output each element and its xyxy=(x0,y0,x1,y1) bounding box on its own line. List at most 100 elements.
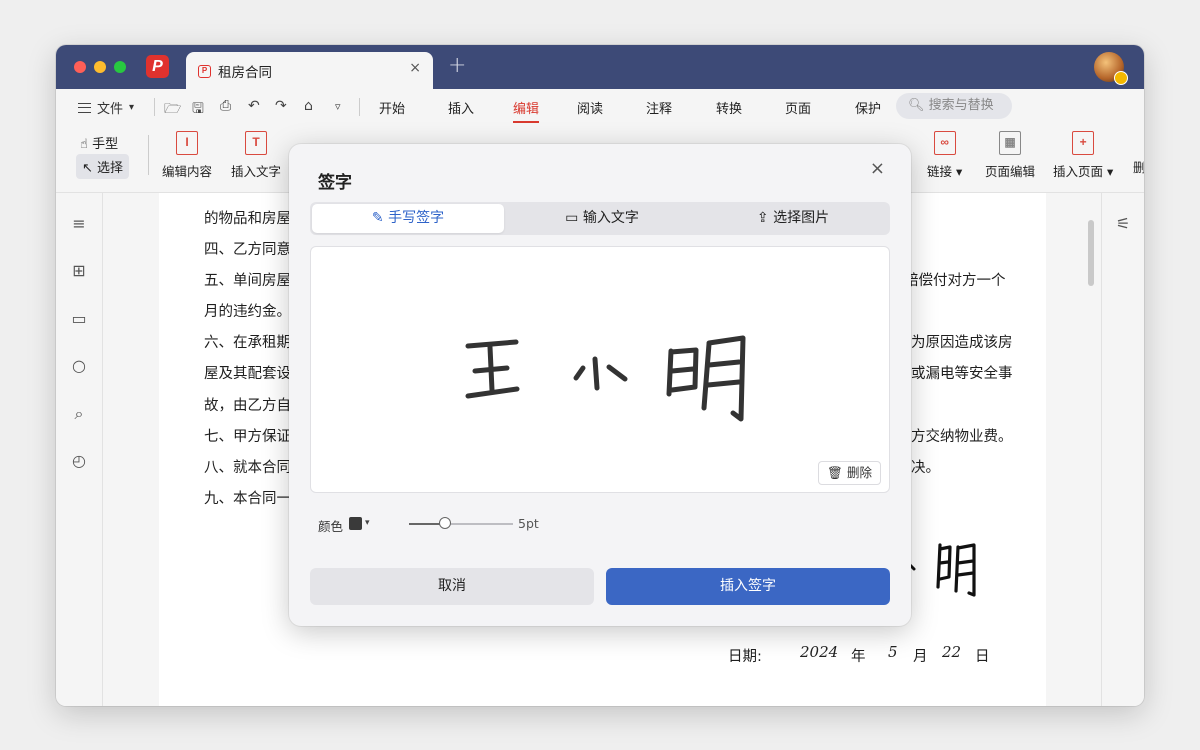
select-tool-label: 选择 xyxy=(97,161,124,176)
redo-icon[interactable]: ↷ xyxy=(275,98,287,114)
properties-sliders-icon[interactable]: ⚟ xyxy=(1114,215,1132,233)
hand-tool-button[interactable]: ☝ 手型 xyxy=(80,133,118,152)
stroke-size-value: 5pt xyxy=(518,516,539,531)
tab-type-text[interactable]: ▭ 输入文字 xyxy=(506,204,698,233)
tab-type-text-label: 输入文字 xyxy=(582,210,639,226)
doc-line-right: 为原因造成该房 xyxy=(911,335,1013,351)
tab-title: 租房合同 xyxy=(218,65,272,81)
edit-content-button[interactable]: I 编辑内容 xyxy=(162,131,212,180)
page-grid-icon: ▦ xyxy=(999,131,1021,155)
doc-line: 七、甲方保证 xyxy=(204,429,291,445)
doc-line: 的物品和房屋 xyxy=(204,211,291,227)
page-edit-label: 页面编辑 xyxy=(985,164,1036,179)
doc-line-right: 或漏电等安全事 xyxy=(911,366,1013,382)
doc-line: 四、乙方同意 xyxy=(204,242,291,258)
search-icon: 🔍︎ xyxy=(908,98,925,113)
clear-signature-label: 删除 xyxy=(846,465,872,480)
cursor-icon: ↖ xyxy=(82,161,93,176)
chevron-down-icon: ▾ xyxy=(129,102,135,113)
date-label: 日期: xyxy=(728,649,762,665)
file-menu-label: 文件 xyxy=(97,102,124,117)
color-swatch[interactable] xyxy=(349,517,362,530)
tab-protect[interactable]: 保护 xyxy=(855,98,881,117)
doc-line-right: 方交纳物业费。 xyxy=(911,429,1013,445)
home-icon[interactable]: ⌂ xyxy=(304,98,313,114)
link-label: 链接 ▾ xyxy=(927,164,963,179)
signature-mode-tabs: ✎ 手写签字 ▭ 输入文字 ⇪ 选择图片 xyxy=(310,202,890,235)
comments-icon[interactable]: ▭ xyxy=(70,310,88,328)
insert-text-button[interactable]: T 插入文字 xyxy=(231,131,281,180)
page-edit-button[interactable]: ▦ 页面编辑 xyxy=(985,131,1035,180)
doc-line: 八、就本合同 xyxy=(204,460,291,476)
signature-canvas[interactable]: 🗑 删除 xyxy=(310,246,890,493)
attachment-icon[interactable]: ⌕ xyxy=(70,405,88,423)
tab-edit[interactable]: 编辑 xyxy=(513,98,540,123)
undo-icon[interactable]: ↶ xyxy=(248,98,260,114)
edit-content-icon: I xyxy=(176,131,198,155)
outline-icon[interactable]: ≡ xyxy=(70,215,88,233)
search-input[interactable]: 🔍︎ 搜索与替换 xyxy=(896,93,1012,119)
handwritten-signature-drawing xyxy=(465,335,746,422)
insert-text-icon: T xyxy=(245,131,267,155)
date-year-unit: 年 xyxy=(851,649,866,665)
delete-page-button[interactable]: 删 xyxy=(1133,157,1144,176)
insert-text-label: 插入文字 xyxy=(231,164,282,179)
insert-page-button[interactable]: + 插入页面 ▾ xyxy=(1053,131,1113,180)
search-placeholder: 搜索与替换 xyxy=(928,98,994,113)
tab-handwrite[interactable]: ✎ 手写签字 xyxy=(312,204,504,233)
hand-icon: ☝ xyxy=(80,137,88,152)
save-icon[interactable]: 🖫 xyxy=(192,98,204,122)
dialog-title: 签字 xyxy=(318,173,352,193)
tab-insert[interactable]: 插入 xyxy=(448,98,474,117)
link-button[interactable]: ∞ 链接 ▾ xyxy=(927,131,962,180)
new-tab-button[interactable]: + xyxy=(448,53,466,78)
history-icon[interactable]: ◴ xyxy=(70,452,88,470)
doc-line: 月的违约金。 xyxy=(204,304,291,320)
file-menu[interactable]: 文件 ▾ xyxy=(78,98,134,117)
insert-page-icon: + xyxy=(1072,131,1095,155)
left-sidebar: ≡ ⊞ ▭ ○ ⌕ ◴ xyxy=(56,193,103,706)
right-sidebar: ⚟ xyxy=(1101,193,1144,706)
tab-convert[interactable]: 转换 xyxy=(716,98,742,117)
dialog-close-button[interactable]: × xyxy=(870,158,885,179)
doc-line: 九、本合同一 xyxy=(204,491,291,507)
hand-tool-label: 手型 xyxy=(92,137,119,152)
cancel-button[interactable]: 取消 xyxy=(310,568,594,605)
doc-line-right: 赔偿付对方一个 xyxy=(904,273,1006,289)
thumbnails-icon[interactable]: ⊞ xyxy=(70,262,88,280)
close-window-button[interactable] xyxy=(74,61,86,73)
menu-icon xyxy=(78,102,91,113)
edit-content-label: 编辑内容 xyxy=(162,164,213,179)
tab-annotate[interactable]: 注释 xyxy=(646,98,672,117)
delete-page-label: 删 xyxy=(1133,160,1144,175)
link-icon: ∞ xyxy=(933,131,956,155)
tab-page[interactable]: 页面 xyxy=(785,98,811,117)
select-tool-button[interactable]: ↖ 选择 xyxy=(76,154,130,179)
zoom-window-button[interactable] xyxy=(114,61,126,73)
chevron-down-icon[interactable]: ▾ xyxy=(365,518,370,528)
clear-signature-button[interactable]: 🗑 删除 xyxy=(818,461,881,485)
tab-start[interactable]: 开始 xyxy=(379,98,405,117)
date-year: 2024 xyxy=(800,643,839,661)
doc-line: 屋及其配套设 xyxy=(204,366,291,382)
tab-choose-image[interactable]: ⇪ 选择图片 xyxy=(698,204,888,233)
upload-icon: ⇪ xyxy=(756,210,769,226)
print-icon[interactable]: ⎙ xyxy=(220,98,231,114)
date-month: 5 xyxy=(888,643,898,661)
stroke-size-slider-handle[interactable] xyxy=(439,517,451,529)
insert-page-label: 插入页面 ▾ xyxy=(1053,164,1114,179)
search-panel-icon[interactable]: ○ xyxy=(70,357,88,375)
date-day-unit: 日 xyxy=(975,649,990,665)
doc-line-right: 决。 xyxy=(911,460,940,476)
minimize-window-button[interactable] xyxy=(94,61,106,73)
tab-close-button[interactable]: × xyxy=(409,60,421,76)
open-folder-icon[interactable]: 🗁 xyxy=(164,98,181,122)
more-chevron-icon[interactable]: ▿ xyxy=(335,100,341,113)
date-month-unit: 月 xyxy=(913,649,928,665)
tab-read[interactable]: 阅读 xyxy=(577,98,603,117)
vertical-scrollbar[interactable] xyxy=(1088,220,1094,286)
document-tab[interactable]: P 租房合同 × xyxy=(186,52,433,89)
app-logo-icon: P xyxy=(146,55,169,78)
pen-icon: ✎ xyxy=(371,210,384,226)
insert-signature-button[interactable]: 插入签字 xyxy=(606,568,890,605)
